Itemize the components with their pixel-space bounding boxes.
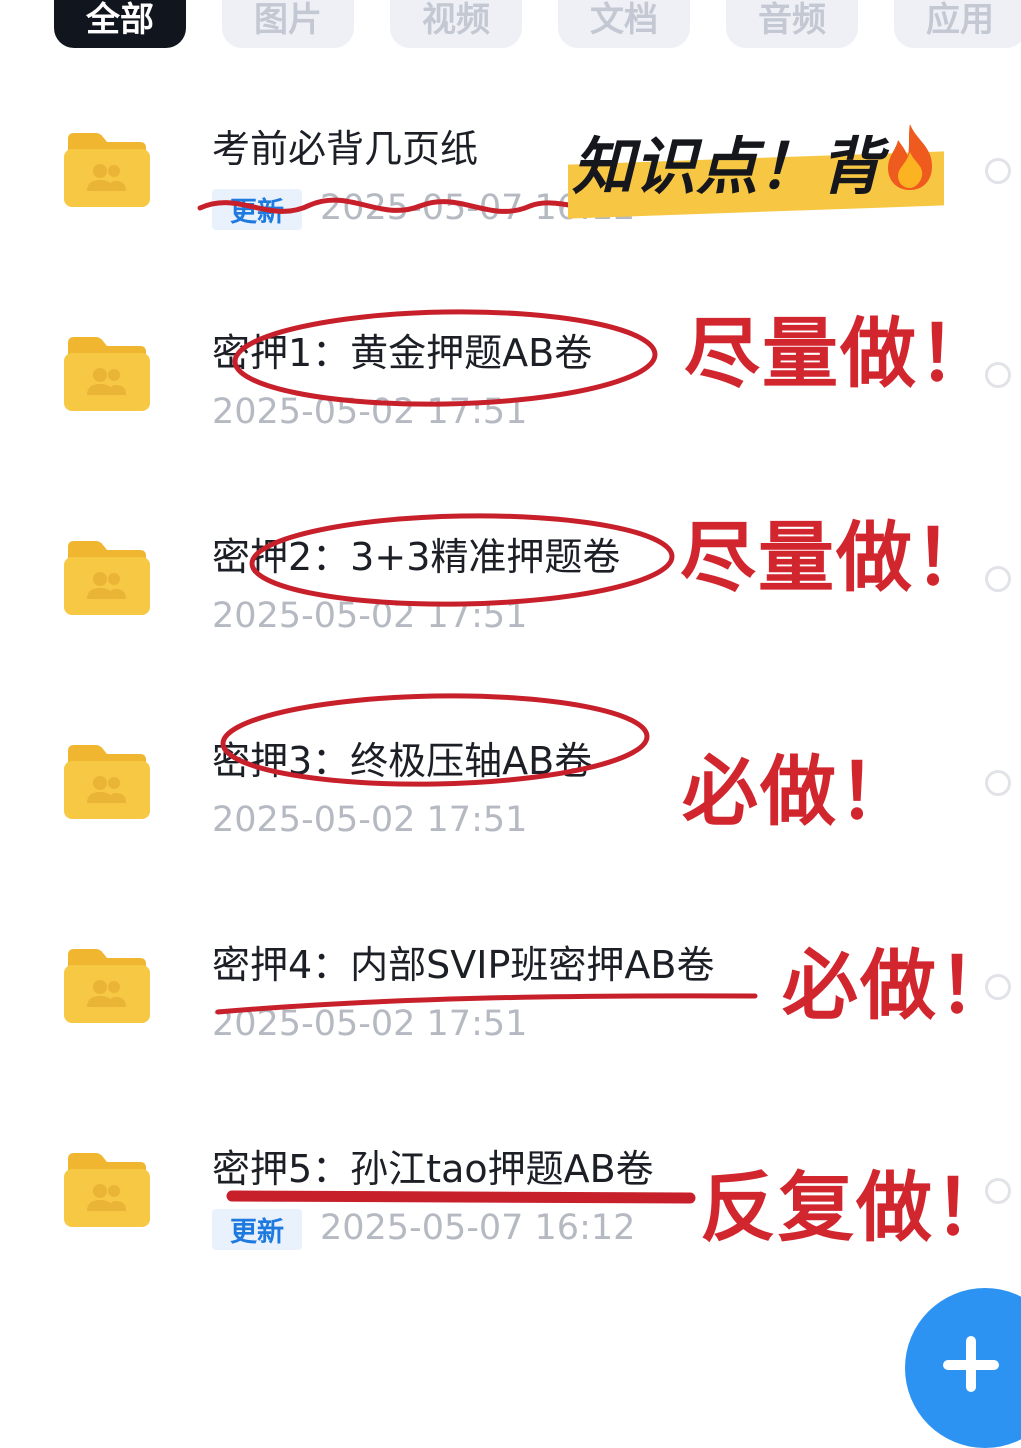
folder-time: 2025-05-02 17:51	[212, 392, 528, 432]
select-radio[interactable]	[985, 158, 1011, 184]
folder-time: 2025-05-02 17:51	[212, 800, 528, 840]
plus-icon-stroke	[966, 1336, 976, 1392]
fire-icon	[888, 124, 932, 190]
tab-videos[interactable]: 视频	[390, 0, 522, 48]
annotation-note: 必做！	[682, 747, 916, 836]
annotation-note: 必做！	[782, 941, 1016, 1030]
tab-images[interactable]: 图片	[222, 0, 354, 48]
folder-meta: 2025-05-02 17:51	[212, 800, 527, 840]
folder-meta: 2025-05-02 17:51	[212, 1004, 527, 1044]
annotation-note: 尽量做！	[680, 513, 992, 602]
shared-folder-icon	[64, 949, 150, 1023]
folder-time: 2025-05-02 17:51	[212, 596, 528, 636]
tab-apps[interactable]: 应用	[894, 0, 1021, 48]
folder-title: 密押2：3+3精准押题卷	[212, 535, 621, 579]
tab-all[interactable]: 全部	[54, 0, 186, 48]
highlight-text: 知识点！背	[572, 130, 883, 203]
shared-folder-icon	[64, 1153, 150, 1227]
folder-title: 密押5：孙江tao押题AB卷	[212, 1147, 654, 1191]
update-badge: 更新	[212, 188, 302, 230]
folder-time: 2025-05-02 17:51	[212, 1004, 528, 1044]
annotation-note: 尽量做！	[684, 309, 996, 398]
shared-folder-icon	[64, 541, 150, 615]
folder-meta: 2025-05-02 17:51	[212, 596, 527, 636]
category-tabs: 全部 图片 视频 文档 音频 应用	[0, 0, 1021, 60]
tab-audio[interactable]: 音频	[726, 0, 858, 48]
highlight-note: 知识点！背	[568, 120, 944, 219]
update-badge: 更新	[212, 1208, 302, 1250]
shared-folder-icon	[64, 745, 150, 819]
tab-documents[interactable]: 文档	[558, 0, 690, 48]
folder-time: 2025-05-07 16:12	[320, 1208, 636, 1248]
folder-title: 密押4：内部SVIP班密押AB卷	[212, 943, 715, 987]
shared-folder-icon	[64, 337, 150, 411]
select-radio[interactable]	[985, 770, 1011, 796]
folder-meta: 2025-05-02 17:51	[212, 392, 527, 432]
folder-meta: 更新 2025-05-07 16:12	[212, 1208, 635, 1250]
folder-title: 密押1：黄金押题AB卷	[212, 331, 593, 375]
folder-title: 考前必背几页纸	[212, 127, 479, 171]
folder-title: 密押3：终极压轴AB卷	[212, 739, 593, 783]
annotation-note: 反复做！	[700, 1163, 1012, 1252]
shared-folder-icon	[64, 133, 150, 207]
